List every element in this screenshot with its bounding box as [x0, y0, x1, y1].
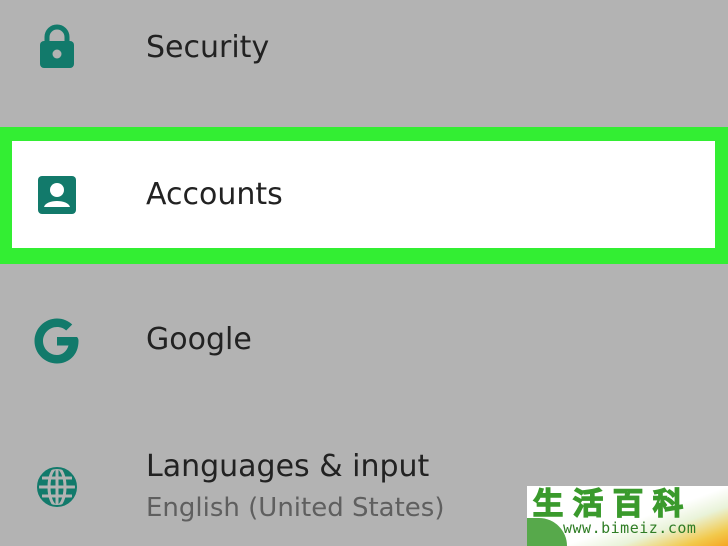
settings-item-google[interactable]: Google [0, 270, 728, 410]
settings-item-label: Languages & input [146, 449, 430, 484]
leaf-decoration [527, 518, 567, 546]
settings-item-security[interactable]: Security [0, 0, 728, 110]
settings-item-sublabel: English (United States) [146, 493, 445, 523]
google-g-icon [28, 312, 86, 370]
settings-item-label: Google [146, 322, 252, 357]
settings-item-label: Security [146, 30, 270, 65]
settings-item-accounts[interactable]: Accounts [12, 141, 715, 248]
watermark-url: www.bimeiz.com [563, 519, 697, 537]
lock-icon [28, 18, 86, 76]
settings-item-accounts-highlight[interactable]: Accounts [0, 127, 728, 264]
globe-icon [28, 458, 86, 516]
watermark-logo: 生活百科 www.bimeiz.com [527, 486, 728, 546]
watermark-title: 生活百科 [532, 487, 693, 522]
account-box-icon [28, 166, 86, 224]
settings-list: Security Accounts Google Languages & inp… [0, 0, 728, 546]
settings-item-label: Accounts [146, 177, 283, 212]
